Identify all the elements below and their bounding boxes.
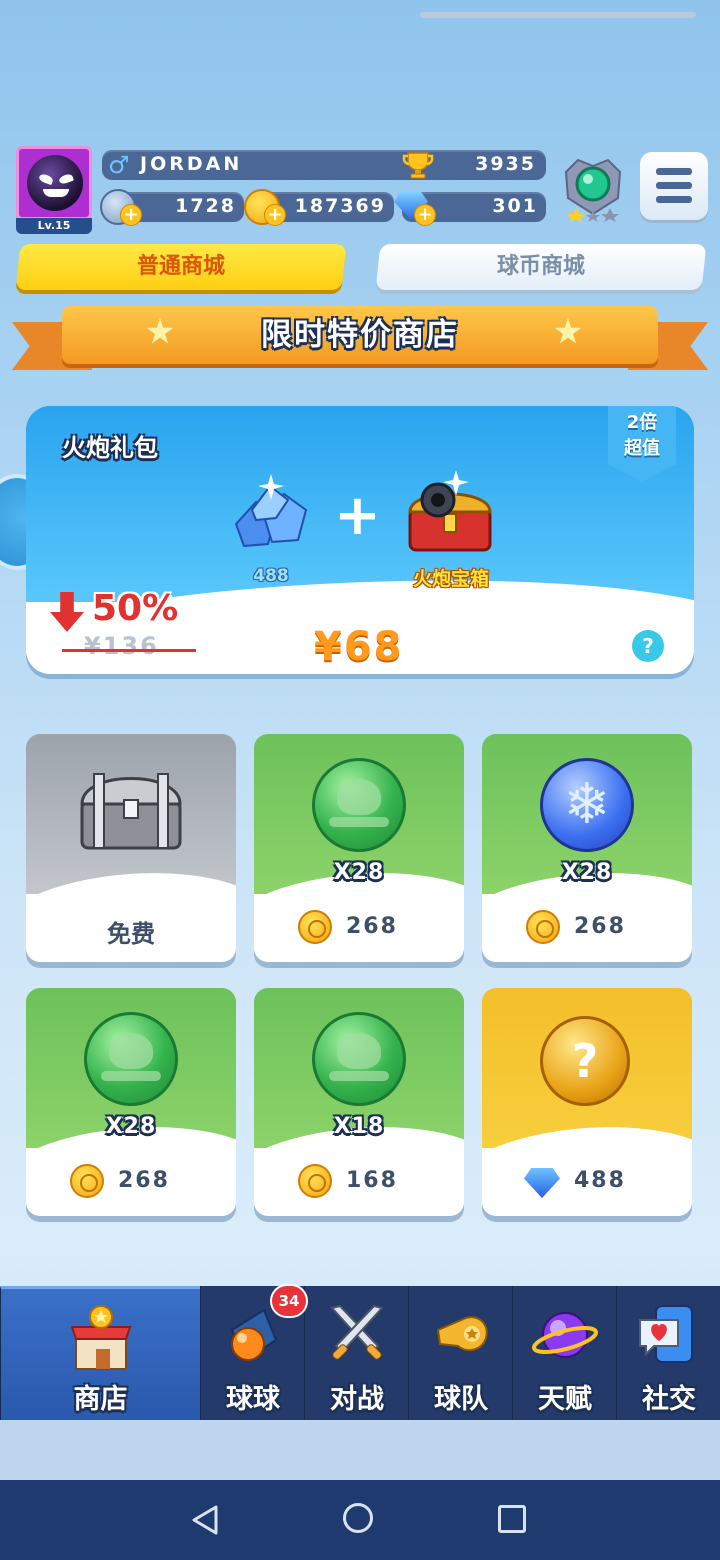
nav-social[interactable]: 社交 bbox=[616, 1286, 720, 1420]
silver-chest-icon bbox=[80, 773, 182, 850]
item-quantity: X28 bbox=[333, 860, 385, 885]
item-cost: 268 bbox=[118, 1168, 170, 1193]
coin-icon bbox=[298, 910, 332, 944]
tab-normal-shop[interactable]: 普通商城 bbox=[15, 244, 347, 290]
plus-icon: + bbox=[334, 483, 381, 548]
menu-button[interactable] bbox=[640, 152, 708, 220]
nav-shop-label: 商店 bbox=[73, 1384, 128, 1415]
menu-line bbox=[656, 168, 692, 175]
item-cost: 268 bbox=[346, 914, 398, 939]
shop-item[interactable]: X28 268 bbox=[254, 734, 464, 962]
value-tag-text: 超值 bbox=[624, 438, 660, 459]
coin-icon bbox=[70, 1164, 104, 1198]
free-label: 免费 bbox=[107, 920, 155, 948]
home-icon[interactable] bbox=[343, 1503, 373, 1533]
poison-ball-icon bbox=[312, 758, 406, 852]
trophy-icon bbox=[402, 152, 434, 179]
coins-bar[interactable]: + 187369 bbox=[244, 189, 394, 226]
mystery-ball-icon: ? bbox=[540, 1016, 630, 1106]
trophy-score: 3935 bbox=[475, 153, 536, 175]
player-avatar[interactable] bbox=[16, 146, 92, 220]
male-icon: ♂ bbox=[108, 151, 130, 179]
energy-value: 1728 bbox=[175, 195, 236, 217]
add-diamonds-icon[interactable]: + bbox=[414, 204, 436, 226]
nav-social-label: 社交 bbox=[642, 1384, 696, 1415]
item-quantity: X28 bbox=[105, 1114, 157, 1139]
nav-shop[interactable]: 商店 bbox=[0, 1286, 200, 1420]
original-price: ¥136 bbox=[84, 632, 159, 660]
item-cost: 488 bbox=[574, 1168, 626, 1193]
avatar-mouth bbox=[43, 189, 69, 197]
rank-badge-icon[interactable] bbox=[558, 152, 628, 222]
diamonds-value: 301 bbox=[492, 195, 538, 217]
free-chest-item[interactable]: 免费 bbox=[26, 734, 236, 962]
player-name: JORDAN bbox=[140, 153, 243, 175]
whistle-icon bbox=[436, 1316, 488, 1352]
item-cost: 268 bbox=[574, 914, 626, 939]
back-icon[interactable] bbox=[190, 1504, 220, 1536]
bottom-nav: 商店 球球 对战 球队 天赋 社交 bbox=[0, 1286, 720, 1420]
recent-apps-icon[interactable] bbox=[498, 1505, 526, 1533]
add-coins-icon[interactable]: + bbox=[264, 204, 286, 226]
gem-amount: 488 bbox=[253, 566, 289, 586]
help-icon[interactable]: ? bbox=[632, 630, 664, 662]
value-tag-multiplier: 2倍 bbox=[626, 412, 658, 433]
avatar-face bbox=[27, 155, 83, 211]
player-name-bar[interactable]: ♂ JORDAN 3935 bbox=[102, 150, 546, 180]
gems-pile-icon bbox=[234, 474, 308, 548]
planet-icon bbox=[532, 1312, 598, 1358]
freeze-ball-icon: ❄ bbox=[540, 758, 634, 852]
nav-team[interactable]: 球队 bbox=[408, 1286, 513, 1420]
tab-normal-shop-label: 普通商城 bbox=[136, 254, 225, 279]
crossed-swords-icon bbox=[330, 1304, 384, 1360]
tab-ballcoin-shop-label: 球币商城 bbox=[496, 254, 585, 279]
item-cost: 168 bbox=[346, 1168, 398, 1193]
shop-item[interactable]: ❄ X28 268 bbox=[482, 734, 692, 962]
menu-line bbox=[656, 196, 692, 203]
energy-bar[interactable]: + 1728 bbox=[100, 189, 244, 226]
sale-price: ¥68 bbox=[314, 624, 404, 670]
item-quantity: X18 bbox=[333, 1114, 385, 1139]
level-badge: Lv.15 bbox=[16, 218, 92, 234]
menu-line bbox=[656, 182, 692, 189]
nav-team-label: 球队 bbox=[434, 1384, 488, 1415]
nav-battle[interactable]: 对战 bbox=[304, 1286, 409, 1420]
nav-battle-label: 对战 bbox=[330, 1384, 384, 1415]
cannon-bundle-card[interactable]: 火炮礼包 2倍 超值 + 488 火炮宝箱 50% ¥136 ¥68 ? bbox=[26, 406, 694, 674]
shop-icon bbox=[70, 1305, 131, 1370]
coins-value: 187369 bbox=[294, 195, 386, 217]
nav-talent[interactable]: 天赋 bbox=[512, 1286, 617, 1420]
shop-item[interactable]: X18 168 bbox=[254, 988, 464, 1216]
poison-ball-icon bbox=[84, 1012, 178, 1106]
chest-label: 火炮宝箱 bbox=[412, 568, 489, 590]
coin-icon bbox=[526, 910, 560, 944]
mystery-item[interactable]: ? 488 bbox=[482, 988, 692, 1216]
discount-percent: 50% bbox=[92, 588, 179, 629]
shop-item[interactable]: X28 268 bbox=[26, 988, 236, 1216]
notification-badge: 34 bbox=[270, 1284, 308, 1318]
nav-balls-label: 球球 bbox=[226, 1384, 280, 1415]
tab-ballcoin-shop[interactable]: 球币商城 bbox=[375, 244, 707, 290]
item-quantity: X28 bbox=[561, 860, 613, 885]
bundle-title: 火炮礼包 bbox=[62, 434, 158, 462]
cannon-chest-icon bbox=[408, 470, 492, 552]
diamonds-bar[interactable]: + 301 bbox=[394, 192, 546, 226]
status-indicator-bar bbox=[420, 12, 696, 18]
price-strikethrough bbox=[62, 649, 196, 652]
poison-ball-icon bbox=[312, 1012, 406, 1106]
coin-icon bbox=[298, 1164, 332, 1198]
add-energy-icon[interactable]: + bbox=[120, 204, 142, 226]
social-chat-icon bbox=[639, 1305, 693, 1363]
nav-talent-label: 天赋 bbox=[538, 1384, 592, 1415]
bottom-spacer bbox=[0, 1420, 720, 1480]
value-tag: 2倍 超值 bbox=[608, 406, 676, 482]
